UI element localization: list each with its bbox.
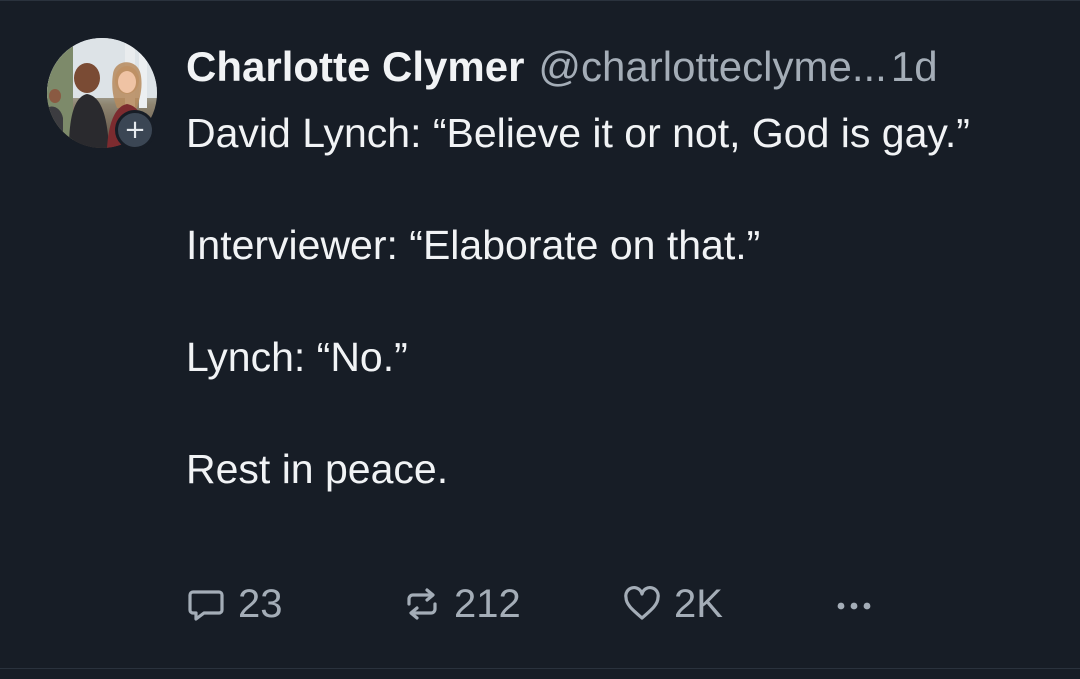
repost-icon	[402, 584, 442, 624]
reply-button[interactable]: 23	[186, 579, 283, 629]
post-paragraph: David Lynch: “Believe it or not, God is …	[186, 110, 970, 156]
author-handle[interactable]: @charlotteclyme...	[538, 41, 886, 93]
reply-count: 23	[238, 581, 283, 626]
like-count: 2K	[674, 581, 723, 626]
repost-button[interactable]: 212	[402, 579, 521, 629]
divider	[0, 668, 1080, 669]
post-paragraph: Lynch: “No.”	[186, 334, 408, 380]
reply-icon	[186, 584, 226, 624]
heart-icon	[622, 584, 662, 624]
post-text: David Lynch: “Believe it or not, God is …	[186, 105, 1046, 497]
repost-count: 212	[454, 581, 521, 626]
post-paragraph: Interviewer: “Elaborate on that.”	[186, 222, 761, 268]
ellipsis-icon	[834, 584, 874, 624]
author-avatar-container[interactable]: +	[47, 38, 157, 150]
post-header: Charlotte Clymer @charlotteclyme... 1d	[186, 41, 938, 93]
more-options-button[interactable]	[834, 579, 874, 629]
like-button[interactable]: 2K	[622, 579, 723, 629]
author-display-name[interactable]: Charlotte Clymer	[186, 41, 524, 93]
post-timestamp[interactable]: 1d	[891, 41, 938, 93]
post-actions-bar: 23 212 2K	[186, 579, 906, 629]
follow-plus-icon[interactable]: +	[115, 110, 155, 150]
post-card[interactable]: + Charlotte Clymer @charlotteclyme... 1d…	[0, 0, 1080, 679]
post-paragraph: Rest in peace.	[186, 446, 449, 492]
